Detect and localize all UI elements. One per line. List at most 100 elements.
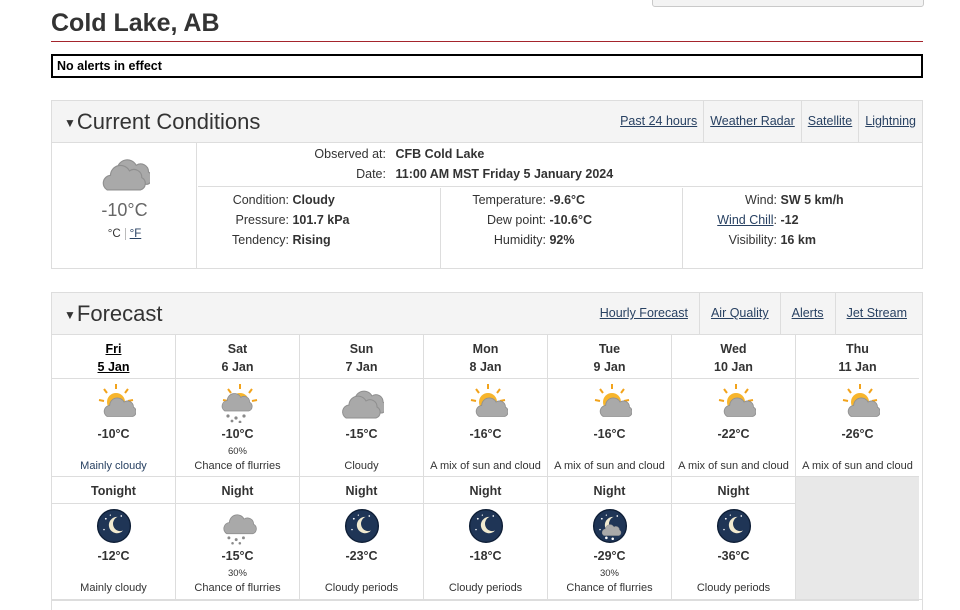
moon-cloud-icon bbox=[468, 508, 504, 544]
lightning-link[interactable]: Lightning bbox=[858, 101, 922, 143]
forecast-day-temp: -16°C bbox=[469, 427, 502, 441]
wind-value: SW 5 km/h bbox=[780, 193, 844, 207]
forecast-day-date: 11 Jan bbox=[838, 360, 877, 374]
moon-cloud-icon bbox=[344, 508, 380, 544]
forecast-night-temp: -29°C bbox=[593, 549, 626, 563]
moon-flurries-icon bbox=[592, 508, 628, 544]
visibility-value: 16 km bbox=[780, 233, 816, 247]
forecast-day-cell: -16°C A mix of sun and cloud bbox=[548, 379, 672, 477]
forecast-night-label: Tonight bbox=[91, 484, 136, 498]
forecast-night-cell: Night -36°C Cloudy periods bbox=[672, 477, 796, 601]
satellite-link[interactable]: Satellite bbox=[800, 101, 858, 143]
forecast-day-header[interactable]: Fri 5 Jan bbox=[52, 335, 176, 379]
forecast-day-summary: A mix of sun and cloud bbox=[802, 460, 913, 472]
wind-chill-link[interactable]: Wind Chill bbox=[717, 213, 773, 227]
forecast-day-summary: Mainly cloudy bbox=[80, 460, 147, 472]
night-divider bbox=[300, 503, 423, 504]
forecast-night-temp: -36°C bbox=[717, 549, 750, 563]
current-conditions-title: Current Conditions bbox=[76, 109, 261, 134]
details-column-3: Wind: SW 5 km/h Wind Chill: -12 Visibili… bbox=[682, 188, 923, 268]
forecast-day-temp: -26°C bbox=[841, 427, 874, 441]
forecast-night-label: Night bbox=[345, 484, 378, 498]
jet-stream-link[interactable]: Jet Stream bbox=[834, 293, 922, 335]
air-quality-link[interactable]: Air Quality bbox=[698, 293, 780, 335]
forecast-day-name: Mon bbox=[472, 342, 499, 356]
forecast-day-cell: -26°C A mix of sun and cloud bbox=[796, 379, 919, 477]
forecast-title: Forecast bbox=[76, 301, 163, 326]
forecast-day-name: Fri bbox=[105, 342, 122, 356]
night-divider bbox=[176, 503, 299, 504]
forecast-day-pop: 60% bbox=[227, 446, 247, 457]
forecast-day-date: 6 Jan bbox=[221, 360, 254, 374]
observed-at-label: Observed at: bbox=[314, 147, 386, 161]
sun-cloud-icon bbox=[842, 383, 880, 417]
moon-cloud-icon bbox=[96, 508, 132, 544]
sun-cloud-icon bbox=[98, 383, 136, 417]
forecast-night-label: Night bbox=[717, 484, 750, 498]
wind-chill-colon: : bbox=[773, 213, 777, 227]
search-box[interactable] bbox=[652, 0, 924, 7]
celsius-label: °C bbox=[107, 228, 121, 241]
forecast-day-header[interactable]: Mon 8 Jan bbox=[424, 335, 548, 379]
forecast-night-summary: Mainly cloudy bbox=[80, 582, 147, 594]
unit-switcher: °C °F bbox=[52, 228, 197, 240]
weather-radar-link[interactable]: Weather Radar bbox=[703, 101, 801, 143]
forecast-day-date: 8 Jan bbox=[469, 360, 502, 374]
forecast-night-label: Night bbox=[593, 484, 626, 498]
forecast-day-temp: -16°C bbox=[593, 427, 626, 441]
fahrenheit-link[interactable]: °F bbox=[130, 228, 142, 240]
forecast-day-cell: -10°C 60% Chance of flurries bbox=[176, 379, 300, 477]
forecast-day-name: Sun bbox=[349, 342, 374, 356]
forecast-night-cell: Tonight -12°C Mainly cloudy bbox=[52, 477, 176, 601]
forecast-night-summary: Cloudy periods bbox=[696, 582, 771, 594]
forecast-day-name: Wed bbox=[720, 342, 747, 356]
forecast-night-pop: 30% bbox=[599, 568, 619, 579]
forecast-toggle[interactable]: ▼Forecast bbox=[64, 301, 162, 327]
current-conditions-toggle[interactable]: ▼Current Conditions bbox=[64, 109, 260, 135]
humidity-value: 92% bbox=[549, 233, 575, 247]
forecast-night-cell: Night -15°C 30% Chance of flurries bbox=[176, 477, 300, 601]
cloudy-icon bbox=[102, 159, 150, 191]
forecast-day-header[interactable]: Tue 9 Jan bbox=[548, 335, 672, 379]
past-24-hours-link[interactable]: Past 24 hours bbox=[614, 101, 703, 143]
forecast-day-header[interactable]: Sat 6 Jan bbox=[176, 335, 300, 379]
date-value: 11:00 AM MST Friday 5 January 2024 bbox=[395, 167, 614, 181]
forecast-day-date: 10 Jan bbox=[714, 360, 753, 374]
forecast-night-pop: 30% bbox=[227, 568, 247, 579]
temperature-value: -9.6°C bbox=[549, 193, 586, 207]
sun-cloud-icon bbox=[594, 383, 632, 417]
dewpoint-label: Dew point: bbox=[486, 213, 546, 227]
forecast-night-summary: Cloudy periods bbox=[448, 582, 523, 594]
current-conditions-body: -10°C °C °F Observed at: CFB Cold Lake Da… bbox=[52, 143, 923, 268]
dewpoint-value: -10.6°C bbox=[549, 213, 593, 227]
forecast-day-header[interactable]: Thu 11 Jan bbox=[796, 335, 919, 379]
forecast-night-cell: Night -23°C Cloudy periods bbox=[300, 477, 424, 601]
alerts-link[interactable]: Alerts bbox=[779, 293, 835, 335]
sun-cloud-icon bbox=[718, 383, 756, 417]
footer-divider bbox=[51, 599, 923, 610]
forecast-night-temp: -15°C bbox=[221, 549, 254, 563]
forecast-day-header[interactable]: Sun 7 Jan bbox=[300, 335, 424, 379]
forecast-day-summary: Cloudy bbox=[344, 460, 379, 472]
forecast-day-name: Tue bbox=[598, 342, 621, 356]
forecast-night-summary: Chance of flurries bbox=[194, 582, 281, 594]
alert-banner: No alerts in effect bbox=[51, 54, 923, 78]
forecast-day-header[interactable]: Wed 10 Jan bbox=[672, 335, 796, 379]
page-title: Cold Lake, AB bbox=[51, 9, 220, 37]
forecast-day-date: 5 Jan bbox=[97, 360, 130, 374]
night-divider bbox=[52, 503, 175, 504]
hourly-forecast-link[interactable]: Hourly Forecast bbox=[589, 293, 699, 335]
forecast-night-summary: Cloudy periods bbox=[324, 582, 399, 594]
observed-at-value: CFB Cold Lake bbox=[395, 147, 485, 161]
pressure-label: Pressure: bbox=[235, 213, 290, 227]
humidity-label: Humidity: bbox=[493, 233, 546, 247]
forecast-day-summary: A mix of sun and cloud bbox=[554, 460, 665, 472]
wind-chill-value: -12 bbox=[780, 213, 799, 227]
caret-down-icon: ▼ bbox=[64, 308, 76, 322]
observation-details: Condition: Cloudy Pressure: 101.7 kPa Te… bbox=[198, 188, 923, 268]
forecast-header: ▼Forecast Hourly Forecast Air Quality Al… bbox=[52, 293, 922, 335]
forecast-day-summary: A mix of sun and cloud bbox=[678, 460, 789, 472]
cloud-flurries-icon bbox=[223, 514, 257, 545]
forecast-day-temp: -10°C bbox=[97, 427, 130, 441]
pressure-value: 101.7 kPa bbox=[292, 213, 350, 227]
